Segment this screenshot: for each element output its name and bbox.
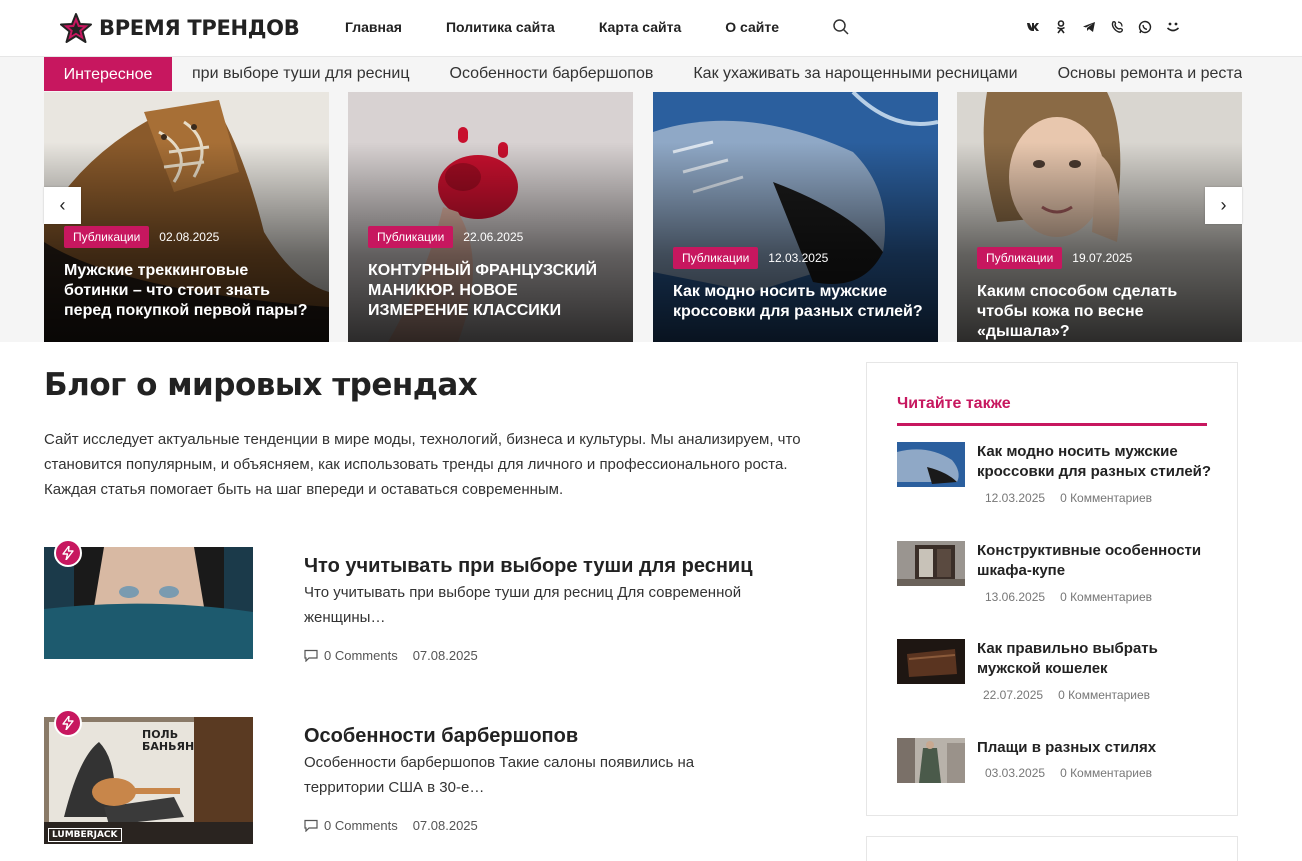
category-badge[interactable]: Публикации — [673, 247, 759, 269]
related-post-meta: 22.07.2025 0 Комментариев — [983, 688, 1150, 702]
social-links — [1025, 18, 1193, 36]
telegram-icon[interactable] — [1081, 18, 1097, 36]
odnoklassniki-icon[interactable] — [1053, 18, 1069, 36]
slide-date: 22.06.2025 — [463, 230, 524, 244]
related-post-date: 12.03.2025 — [985, 491, 1046, 505]
slide-date: 19.07.2025 — [1072, 251, 1133, 265]
post-meta: 0 Comments 07.08.2025 — [304, 648, 478, 663]
post-meta: 0 Comments 07.08.2025 — [304, 818, 478, 833]
related-post-meta: 03.03.2025 0 Комментариев — [985, 766, 1152, 780]
comments-link[interactable]: 0 Comments — [304, 648, 398, 663]
slide-card[interactable]: Публикации 12.03.2025 Как модно носить м… — [653, 92, 938, 342]
related-post-comments[interactable]: 0 Комментариев — [1060, 590, 1152, 604]
search-icon[interactable] — [832, 18, 850, 36]
category-badge[interactable]: Публикации — [977, 247, 1063, 269]
site-header: ВРЕМЯ ТРЕНДОВ Главная Политика сайта Кар… — [0, 0, 1302, 57]
nav-home[interactable]: Главная — [345, 19, 402, 35]
ticker-item[interactable]: Как ухаживать за нарощенными ресницами — [693, 65, 1017, 83]
post-thumbnail[interactable]: ПОЛЬ БАНЬЯН LUMBERJACK — [44, 717, 253, 844]
ticker-items: при выборе туши для ресниц Особенности б… — [192, 57, 1242, 91]
related-post-title[interactable]: Конструктивные особенности шкафа-купе — [977, 541, 1217, 581]
main-nav: Главная Политика сайта Карта сайта О сай… — [345, 19, 823, 35]
moimir-icon[interactable] — [1165, 18, 1181, 36]
category-badge[interactable]: Публикации — [64, 226, 150, 248]
post-card: Что учитывать при выборе туши для ресниц… — [44, 539, 804, 677]
sidebar-widget-next — [866, 836, 1238, 861]
post-excerpt: Что учитывать при выборе туши для ресниц… — [304, 584, 742, 626]
post-title[interactable]: Особенности барбершопов — [304, 725, 578, 748]
related-post-thumbnail[interactable] — [897, 541, 965, 586]
nav-policy[interactable]: Политика сайта — [446, 19, 555, 35]
slide-title[interactable]: Каким способом сделать чтобы кожа по вес… — [977, 282, 1228, 342]
comments-count: 0 Comments — [324, 818, 398, 833]
related-post-date: 03.03.2025 — [985, 766, 1046, 780]
site-logo[interactable]: ВРЕМЯ ТРЕНДОВ — [60, 12, 300, 44]
lightning-icon — [54, 709, 82, 737]
comments-count: 0 Comments — [324, 648, 398, 663]
lightning-icon — [54, 539, 82, 567]
widget-title-underline — [897, 423, 1207, 426]
page-intro: Сайт исследует актуальные тенденции в ми… — [44, 431, 801, 498]
related-post-thumbnail[interactable] — [897, 738, 965, 783]
related-post-comments[interactable]: 0 Комментариев — [1060, 766, 1152, 780]
slide-meta: Публикации 19.07.2025 — [977, 247, 1132, 269]
ticker-item[interactable]: Особенности барбершопов — [450, 65, 654, 83]
viber-icon[interactable] — [1109, 18, 1125, 36]
chevron-left-icon: ‹ — [59, 195, 66, 215]
ticker-label: Интересное — [44, 57, 172, 91]
related-post-meta: 13.06.2025 0 Комментариев — [985, 590, 1152, 604]
ticker-item[interactable]: Основы ремонта и реставрации — [1058, 65, 1242, 83]
related-post-title[interactable]: Плащи в разных стилях — [977, 738, 1217, 758]
category-badge[interactable]: Публикации — [368, 226, 454, 248]
vk-icon[interactable] — [1025, 18, 1041, 36]
slide-card[interactable]: Публикации 02.08.2025 Мужские треккингов… — [44, 92, 329, 342]
lumberjack-sign: LUMBERJACK — [48, 828, 122, 842]
news-ticker: Интересное при выборе туши для ресниц Ос… — [44, 57, 1242, 91]
slide-meta: Публикации 22.06.2025 — [368, 226, 523, 248]
ticker-item[interactable]: при выборе туши для ресниц — [192, 65, 410, 83]
slide-card[interactable]: Публикации 22.06.2025 КОНТУРНЫЙ ФРАНЦУЗС… — [348, 92, 633, 342]
slide-title[interactable]: КОНТУРНЫЙ ФРАНЦУЗСКИЙ МАНИКЮР. НОВОЕ ИЗМ… — [368, 261, 619, 321]
post-date: 07.08.2025 — [412, 648, 478, 663]
post-date: 07.08.2025 — [412, 818, 478, 833]
slide-title[interactable]: Мужские треккинговые ботинки – что стоит… — [64, 261, 315, 321]
poster-text: ПОЛЬ БАНЬЯН — [142, 728, 195, 753]
related-post-date: 13.06.2025 — [985, 590, 1046, 604]
star-logo-icon — [60, 13, 92, 43]
sidebar-widget: Читайте также Как модно носить мужские к… — [866, 362, 1238, 816]
related-post-comments[interactable]: 0 Комментариев — [1060, 491, 1152, 505]
slider-prev-button[interactable]: ‹ — [44, 187, 81, 224]
related-post-thumbnail[interactable] — [897, 442, 965, 487]
comment-icon — [304, 819, 318, 832]
post-card: ПОЛЬ БАНЬЯН LUMBERJACK Особенности барбе… — [44, 709, 804, 847]
slide-meta: Публикации 12.03.2025 — [673, 247, 828, 269]
slider-next-button[interactable]: › — [1205, 187, 1242, 224]
site-name: ВРЕМЯ ТРЕНДОВ — [99, 16, 300, 40]
post-title[interactable]: Что учитывать при выборе туши для ресниц — [304, 555, 753, 578]
page-title: Блог о мировых трендах — [44, 367, 478, 403]
related-post-date: 22.07.2025 — [983, 688, 1044, 702]
slide-card[interactable]: Публикации 19.07.2025 Каким способом сде… — [957, 92, 1242, 342]
related-post-meta: 12.03.2025 0 Комментариев — [985, 491, 1152, 505]
post-excerpt: Особенности барбершопов Такие салоны поя… — [304, 754, 695, 796]
related-post-title[interactable]: Как правильно выбрать мужской кошелек — [977, 639, 1217, 679]
related-post-title[interactable]: Как модно носить мужские кроссовки для р… — [977, 442, 1217, 482]
related-post-comments[interactable]: 0 Комментариев — [1058, 688, 1150, 702]
slide-title[interactable]: Как модно носить мужские кроссовки для р… — [673, 282, 924, 322]
comments-link[interactable]: 0 Comments — [304, 818, 398, 833]
slide-date: 02.08.2025 — [159, 230, 220, 244]
widget-title: Читайте также — [897, 395, 1011, 412]
related-post-thumbnail[interactable] — [897, 639, 965, 684]
slide-date: 12.03.2025 — [768, 251, 829, 265]
nav-sitemap[interactable]: Карта сайта — [599, 19, 681, 35]
chevron-right-icon: › — [1220, 195, 1227, 215]
slide-meta: Публикации 02.08.2025 — [64, 226, 219, 248]
featured-slider: Публикации 02.08.2025 Мужские треккингов… — [44, 92, 1242, 342]
nav-about[interactable]: О сайте — [725, 19, 779, 35]
comment-icon — [304, 649, 318, 662]
whatsapp-icon[interactable] — [1137, 18, 1153, 36]
